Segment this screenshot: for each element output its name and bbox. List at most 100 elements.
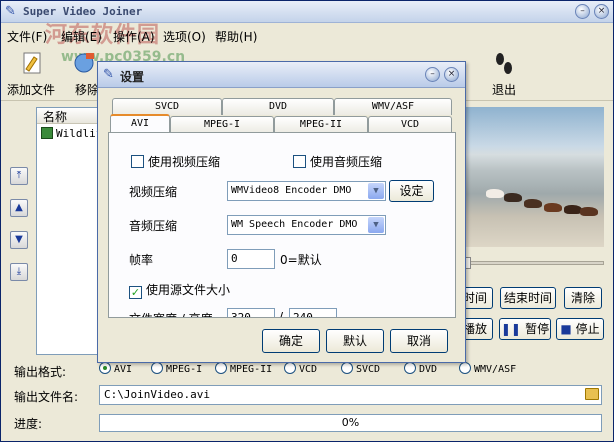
format-label: SVCD <box>356 364 381 375</box>
horse-shape <box>524 199 542 208</box>
checkbox-label: 使用音频压缩 <box>310 155 383 169</box>
audio-compress-label: 音频压缩 <box>129 219 178 233</box>
file-name: Wildlif <box>56 127 101 140</box>
close-button[interactable]: × <box>594 4 609 19</box>
exit-label: 退出 <box>491 83 516 97</box>
format-vcd[interactable]: VCD <box>284 362 317 378</box>
pause-button[interactable]: ❚❚ 暂停 <box>499 318 551 340</box>
move-up-button[interactable]: ▲ <box>10 199 28 217</box>
video-compress-label: 视频压缩 <box>129 185 178 199</box>
play-label: 播放 <box>462 322 487 336</box>
move-to-top-button[interactable]: ⤒ <box>10 167 28 185</box>
format-mpeg1[interactable]: MPEG-I <box>151 362 202 378</box>
stop-icon: ■ <box>560 322 576 336</box>
radio-icon[interactable] <box>459 362 471 374</box>
list-item[interactable]: Wildlif <box>37 124 101 140</box>
tab-mpeg1[interactable]: MPEG-I <box>170 116 274 133</box>
menu-file[interactable]: 文件(F) <box>7 28 47 45</box>
dialog-close-button[interactable]: × <box>444 67 459 82</box>
format-avi[interactable]: AVI <box>99 362 132 378</box>
radio-icon[interactable] <box>284 362 296 374</box>
app-icon: ✎ <box>103 67 114 82</box>
move-to-bottom-button[interactable]: ⤓ <box>10 263 28 281</box>
radio-icon[interactable] <box>151 362 163 374</box>
output-filename-input[interactable]: C:\JoinVideo.avi <box>99 385 602 405</box>
radio-icon[interactable] <box>215 362 227 374</box>
use-audio-compress-checkbox[interactable]: 使用音频压缩 <box>293 153 382 170</box>
stop-label: 停止 <box>575 322 600 336</box>
pause-icon: ❚❚ <box>500 322 526 336</box>
cancel-button[interactable]: 取消 <box>390 329 448 353</box>
format-label: MPEG-I <box>166 364 203 375</box>
tab-wmv-asf[interactable]: WMV/ASF <box>334 98 452 115</box>
add-file-button[interactable]: 添加文件 <box>5 49 57 98</box>
progress-bar: 0% <box>99 414 602 432</box>
stop-button[interactable]: ■ 停止 <box>556 318 604 340</box>
tab-vcd[interactable]: VCD <box>368 116 452 133</box>
film-icon <box>41 127 53 139</box>
menu-options[interactable]: 选项(O) <box>163 28 206 45</box>
frame-rate-hint: 0=默认 <box>280 253 322 267</box>
exit-button[interactable]: 退出 <box>487 49 521 98</box>
tab-mpeg2[interactable]: MPEG-II <box>274 116 368 133</box>
add-file-icon <box>23 52 41 74</box>
footprints-icon <box>496 53 512 74</box>
use-video-compress-checkbox[interactable]: 使用视频压缩 <box>131 153 220 170</box>
size-separator: / <box>279 310 284 318</box>
width-input[interactable]: 320 <box>227 308 275 317</box>
checkbox-icon[interactable] <box>131 155 144 168</box>
format-label: AVI <box>114 364 133 375</box>
format-svcd[interactable]: SVCD <box>341 362 380 378</box>
horse-shape <box>486 189 504 198</box>
size-label: 文件宽度 / 高度 <box>129 310 213 317</box>
video-preview <box>464 107 604 247</box>
video-codec-value: WMVideo8 Encoder DMO <box>231 185 352 196</box>
horse-shape <box>544 203 562 212</box>
format-label: DVD <box>419 364 438 375</box>
radio-icon[interactable] <box>404 362 416 374</box>
format-dvd[interactable]: DVD <box>404 362 437 378</box>
move-down-button[interactable]: ▼ <box>10 231 28 249</box>
add-file-label: 添加文件 <box>6 83 55 97</box>
frame-rate-label: 帧率 <box>129 253 154 267</box>
menu-action[interactable]: 操作(A) <box>113 28 155 45</box>
audio-codec-select[interactable]: WM Speech Encoder DMO ▼ <box>227 215 386 235</box>
video-codec-select[interactable]: WMVideo8 Encoder DMO ▼ <box>227 181 386 201</box>
checkmark-icon[interactable]: ✓ <box>129 286 142 299</box>
format-label: MPEG-II <box>230 364 273 375</box>
minimize-button[interactable]: – <box>575 4 590 19</box>
tab-dvd[interactable]: DVD <box>222 98 334 115</box>
dialog-minimize-button[interactable]: – <box>425 67 440 82</box>
format-label: WMV/ASF <box>474 364 517 375</box>
folder-icon[interactable] <box>585 388 599 400</box>
file-list[interactable]: 名称 Wildlif <box>36 107 102 355</box>
settings-dialog: ✎ 设置 – × SVCD DVD WMV/ASF AVI MPEG-I MPE… <box>97 61 466 363</box>
clear-button[interactable]: 清除 <box>564 287 602 309</box>
format-mpeg2[interactable]: MPEG-II <box>215 362 272 378</box>
end-time-button[interactable]: 结束时间 <box>500 287 556 309</box>
tab-svcd[interactable]: SVCD <box>112 98 222 115</box>
chevron-down-icon[interactable]: ▼ <box>368 217 384 233</box>
tab-avi[interactable]: AVI <box>110 114 170 133</box>
frame-rate-input[interactable]: 0 <box>227 249 275 269</box>
file-list-header[interactable]: 名称 <box>37 108 101 124</box>
menu-edit[interactable]: 编辑(E) <box>61 28 102 45</box>
avi-settings-panel: 使用视频压缩 使用音频压缩 视频压缩 WMVideo8 Encoder DMO ▼… <box>108 132 456 318</box>
height-input[interactable]: 240 <box>289 308 337 317</box>
use-source-size-checkbox[interactable]: ✓ 使用源文件大小 <box>129 281 230 299</box>
menu-bar: 文件(F) 编辑(E) 操作(A) 选项(O) 帮助(H) <box>1 25 613 45</box>
checkbox-label: 使用源文件大小 <box>146 283 231 297</box>
horse-shape <box>504 193 522 202</box>
radio-icon[interactable] <box>99 362 111 374</box>
ok-button[interactable]: 确定 <box>262 329 320 353</box>
menu-help[interactable]: 帮助(H) <box>215 28 257 45</box>
format-wmv[interactable]: WMV/ASF <box>459 362 516 378</box>
dialog-title: 设置 <box>120 70 145 84</box>
seek-slider[interactable] <box>463 257 604 269</box>
default-button[interactable]: 默认 <box>326 329 384 353</box>
chevron-down-icon[interactable]: ▼ <box>368 183 384 199</box>
codec-settings-button[interactable]: 设定 <box>389 180 434 202</box>
app-icon: ✎ <box>5 4 16 19</box>
radio-icon[interactable] <box>341 362 353 374</box>
checkbox-icon[interactable] <box>293 155 306 168</box>
